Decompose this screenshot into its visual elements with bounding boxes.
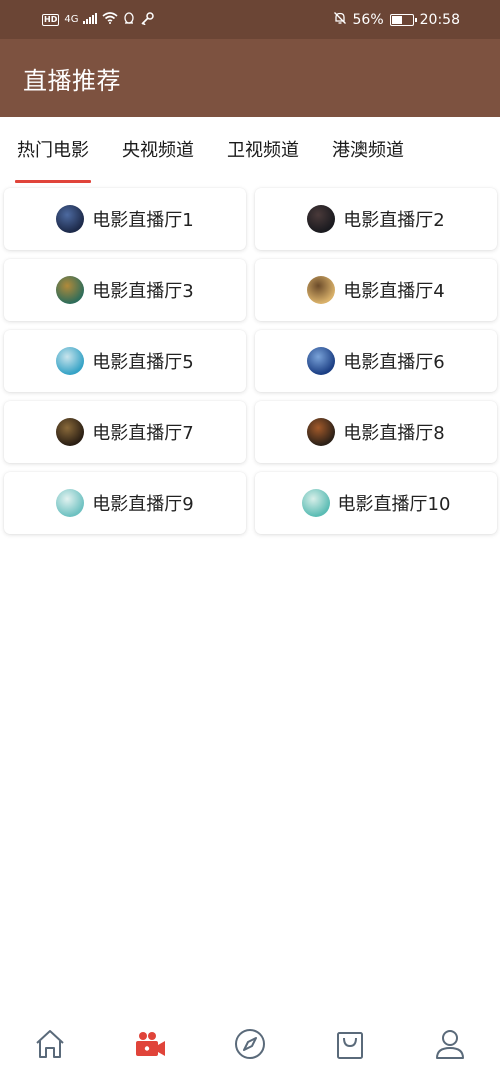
room-card-7[interactable]: 电影直播厅7 — [4, 401, 246, 463]
status-bar: HD 4G 56% 20:58 — [0, 0, 500, 39]
app-header: 直播推荐 — [0, 39, 500, 117]
room-label: 电影直播厅3 — [92, 281, 194, 302]
nav-live[interactable] — [100, 1019, 200, 1069]
room-label: 电影直播厅9 — [92, 494, 194, 515]
shopping-bag-icon — [337, 1032, 363, 1059]
page-title: 直播推荐 — [23, 66, 121, 95]
room-card-3[interactable]: 电影直播厅3 — [4, 259, 246, 321]
room-label: 电影直播厅2 — [343, 210, 445, 231]
clock: 20:58 — [419, 11, 460, 28]
key-icon — [140, 11, 155, 28]
compass-icon — [235, 1029, 265, 1059]
nav-discover[interactable] — [200, 1019, 300, 1069]
profile-icon — [436, 1030, 464, 1059]
home-icon — [36, 1030, 64, 1058]
room-avatar — [307, 418, 336, 446]
room-card-1[interactable]: 电影直播厅1 — [4, 188, 246, 250]
battery-icon — [389, 13, 417, 26]
hd-badge: HD — [42, 13, 60, 26]
room-avatar — [56, 205, 85, 233]
room-card-5[interactable]: 电影直播厅5 — [4, 330, 246, 392]
signal-icon — [83, 12, 98, 27]
room-card-10[interactable]: 电影直播厅10 — [255, 472, 497, 534]
tab-cctv[interactable]: 央视频道 — [122, 117, 194, 185]
category-tabs: 热门电影 央视频道 卫视频道 港澳频道 — [0, 117, 500, 185]
video-camera-icon — [136, 1032, 165, 1056]
room-label: 电影直播厅6 — [343, 352, 445, 373]
room-avatar — [307, 276, 336, 304]
nav-profile[interactable] — [400, 1019, 500, 1069]
room-avatar — [56, 276, 85, 304]
bottom-nav — [0, 1019, 500, 1069]
room-avatar — [301, 489, 330, 517]
room-avatar — [56, 347, 85, 375]
room-card-9[interactable]: 电影直播厅9 — [4, 472, 246, 534]
room-card-8[interactable]: 电影直播厅8 — [255, 401, 497, 463]
room-label: 电影直播厅8 — [343, 423, 445, 444]
room-label: 电影直播厅1 — [92, 210, 194, 231]
nav-home[interactable] — [0, 1019, 100, 1069]
room-grid: 电影直播厅1 电影直播厅2 电影直播厅3 电影直播厅4 电影直播厅5 电影直播厅… — [4, 188, 497, 534]
room-label: 电影直播厅10 — [337, 494, 451, 515]
tab-hot-movies[interactable]: 热门电影 — [15, 117, 91, 185]
network-type: 4G — [64, 14, 79, 25]
room-avatar — [56, 418, 85, 446]
room-label: 电影直播厅5 — [92, 352, 194, 373]
tab-satellite-tv[interactable]: 卫视频道 — [227, 117, 299, 185]
battery-percent: 56% — [352, 11, 384, 28]
tab-hk-macau[interactable]: 港澳频道 — [332, 117, 404, 185]
nav-shop[interactable] — [300, 1019, 400, 1069]
room-avatar — [307, 347, 336, 375]
room-card-2[interactable]: 电影直播厅2 — [255, 188, 497, 250]
room-avatar — [56, 489, 85, 517]
room-card-6[interactable]: 电影直播厅6 — [255, 330, 497, 392]
room-label: 电影直播厅7 — [92, 423, 194, 444]
status-right: 56% 20:58 — [333, 11, 460, 29]
room-avatar — [307, 205, 336, 233]
wifi-icon — [102, 12, 118, 27]
room-label: 电影直播厅4 — [343, 281, 445, 302]
qq-icon — [123, 11, 135, 28]
mute-bell-icon — [333, 11, 347, 29]
room-card-4[interactable]: 电影直播厅4 — [255, 259, 497, 321]
status-left: HD 4G — [42, 11, 155, 28]
